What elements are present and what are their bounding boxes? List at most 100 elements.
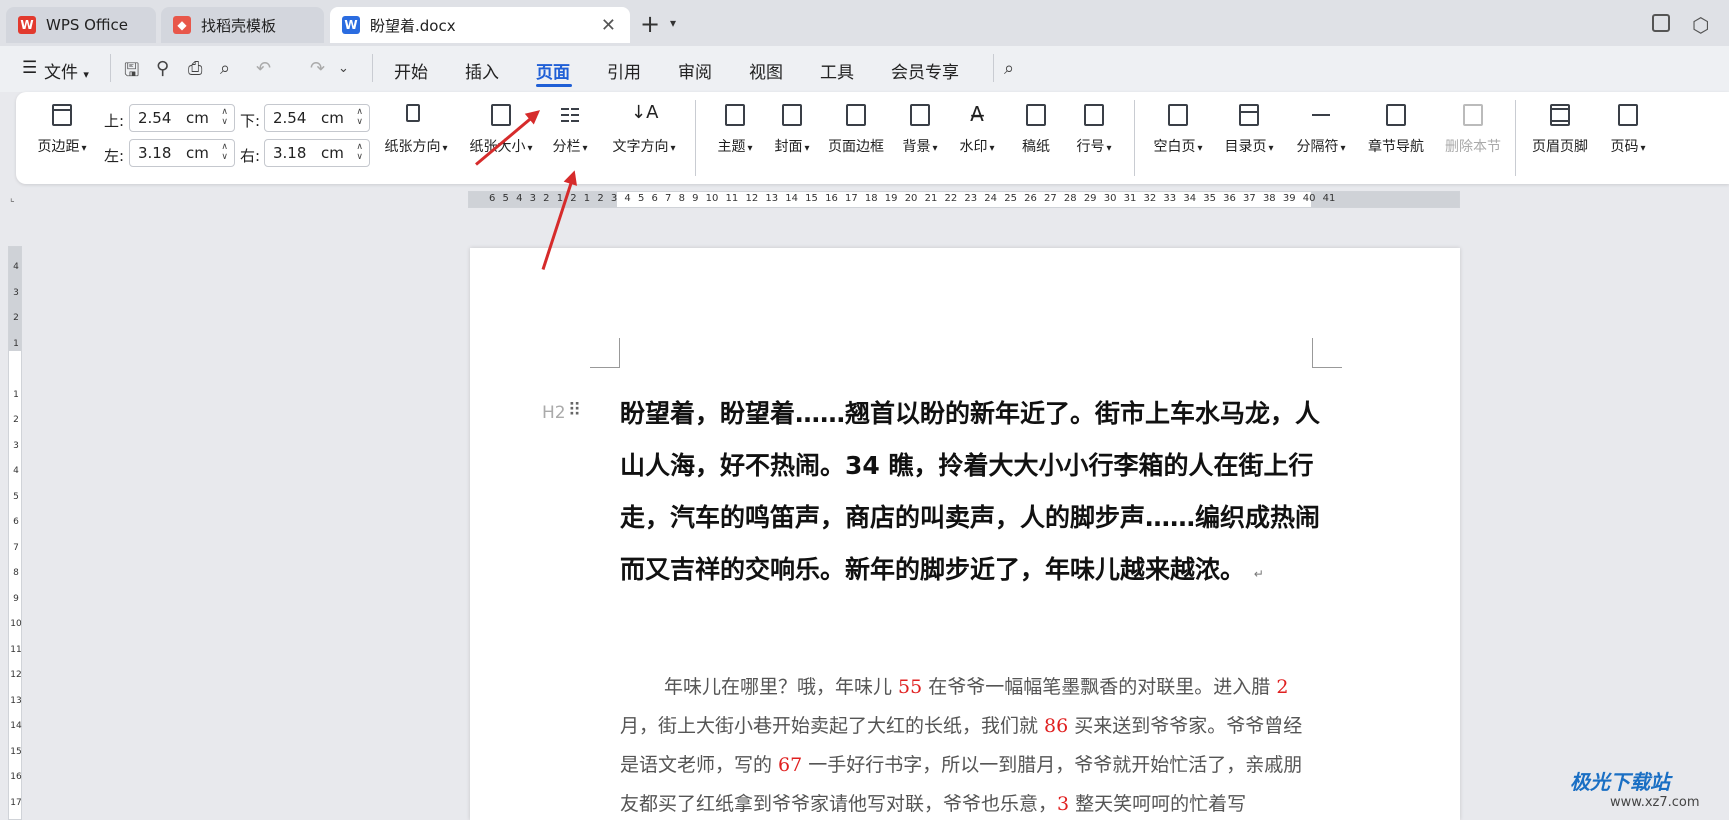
drag-handle-icon[interactable]: ⠿ — [568, 400, 581, 421]
delete-section-button[interactable]: 删除本节 — [1441, 102, 1505, 156]
divider — [993, 54, 994, 82]
spinner-icon[interactable]: ∧ ∨ — [356, 142, 363, 162]
page-border-icon — [843, 102, 869, 128]
orientation-button[interactable]: 纸张方向 ▾ — [378, 102, 454, 156]
watermark-button[interactable]: A̶ 水印 ▾ — [953, 102, 1001, 156]
tab-wps-office[interactable]: W WPS Office — [6, 7, 156, 43]
background-button[interactable]: 背景 ▾ — [896, 102, 944, 156]
button-label: 行号 — [1076, 139, 1105, 155]
document-page[interactable]: H2 ⠿ 盼望着，盼望着……翘首以盼的新年近了。街市上车水马龙，人山人海，好不热… — [470, 248, 1460, 820]
cube-icon[interactable]: ⬡ — [1692, 13, 1709, 37]
margin-right-input[interactable]: 3.18 cm ∧ ∨ — [264, 139, 370, 167]
document-heading[interactable]: 盼望着，盼望着……翘首以盼的新年近了。街市上车水马龙，人山人海，好不热闹。34 … — [620, 388, 1320, 600]
print-preview-icon[interactable]: ⌕ — [220, 58, 230, 79]
tab-home[interactable]: 开始 — [394, 58, 428, 83]
ruler-number: 3 — [13, 440, 19, 451]
tab-references[interactable]: 引用 — [607, 58, 641, 83]
spinner-icon[interactable]: ∧ ∨ — [356, 107, 363, 127]
margin-bottom-input[interactable]: 2.54 cm ∧ ∨ — [264, 104, 370, 132]
print-icon[interactable]: ⎙ — [188, 58, 202, 79]
body-text: 月，街上大街小巷开始卖起了大红的长纸，我们就 — [620, 715, 1045, 737]
horizontal-ruler[interactable]: 6 5 4 3 2 1 2 1 2 3 4 5 6 7 8 9 10 11 12… — [468, 191, 1460, 208]
manuscript-button[interactable]: 稿纸 — [1016, 102, 1056, 156]
document-body-paragraph[interactable]: 年味儿在哪里？哦，年味儿 55 在爷爷一幅幅笔墨飘香的对联里。进入腊 2 月，街… — [620, 668, 1320, 820]
theme-button[interactable]: 主题 ▾ — [711, 102, 759, 156]
margin-top-value: 2.54 — [138, 109, 172, 127]
title-bar: W WPS Office ◆ 找稻壳模板 W 盼望着.docx ✕ + ▾ ⬡ — [0, 0, 1729, 46]
ruler-number: 4 — [13, 262, 19, 272]
unit-label: cm — [186, 144, 209, 162]
blank-page-button[interactable]: 空白页 ▾ — [1148, 102, 1208, 156]
spinner-icon[interactable]: ∧ ∨ — [221, 142, 228, 162]
margin-right-label: 右: — [240, 147, 261, 165]
new-tab-button[interactable]: + — [640, 10, 660, 38]
redo-icon[interactable]: ↷ — [310, 58, 325, 79]
heading-level-badge: H2 — [542, 403, 566, 423]
divider — [1515, 100, 1516, 176]
margins-button[interactable]: 页边距 ▾ — [32, 102, 92, 156]
tab-review[interactable]: 审阅 — [678, 58, 712, 83]
tab-view[interactable]: 视图 — [749, 58, 783, 83]
delete-section-icon — [1460, 102, 1486, 128]
body-text: 在爷爷一幅幅笔墨飘香的对联里。进入腊 — [922, 676, 1277, 698]
close-tab-icon[interactable]: ✕ — [601, 15, 616, 36]
inline-number: 3 — [1057, 793, 1070, 815]
ruler-corner-icon[interactable]: ⌞ — [10, 193, 15, 204]
search-icon[interactable]: ⌕ — [1004, 58, 1014, 79]
columns-icon — [557, 102, 583, 128]
tab-label: 盼望着.docx — [370, 16, 456, 35]
tab-label: 找稻壳模板 — [201, 16, 277, 35]
hamburger-icon[interactable]: ☰ — [22, 58, 37, 78]
page-number-button[interactable]: 页码 ▾ — [1604, 102, 1652, 156]
menu-bar: ☰ 文件 ▾ 🖫 ⚲ ⎙ ⌕ ↶ ↷ ⌄ 开始 插入 页面 引用 审阅 视图 工… — [0, 46, 1729, 92]
window-layout-icon[interactable] — [1652, 14, 1670, 32]
section-nav-button[interactable]: 章节导航 — [1364, 102, 1428, 156]
columns-button[interactable]: 分栏 ▾ — [546, 102, 594, 156]
line-numbers-button[interactable]: 行号 ▾ — [1070, 102, 1118, 156]
cover-button[interactable]: 封面 ▾ — [768, 102, 816, 156]
margin-top-label: 上: — [104, 112, 125, 130]
tab-tools[interactable]: 工具 — [820, 58, 854, 83]
text-direction-button[interactable]: ↓A 文字方向 ▾ — [606, 102, 682, 156]
watermark-logo: 极光下载站 www.xz7.com — [1570, 766, 1700, 810]
page-break-icon — [1308, 102, 1334, 128]
paragraph-mark: ↵ — [1253, 567, 1264, 581]
button-label: 删除本节 — [1445, 139, 1501, 155]
separator-button[interactable]: 分隔符 ▾ — [1291, 102, 1351, 156]
save-icon[interactable]: 🖫 — [124, 58, 139, 88]
watermark-icon: A̶ — [970, 102, 984, 126]
ruler-number: 2 — [13, 313, 19, 323]
spinner-icon[interactable]: ∧ ∨ — [221, 107, 228, 127]
vertical-ruler[interactable]: 4321 1 2 3 4 5 6 7 8 9 10 11 12 13 14 15 16 17 — [8, 246, 22, 820]
divider — [695, 100, 696, 176]
tab-templates[interactable]: ◆ 找稻壳模板 — [161, 7, 324, 43]
ruler-number: 1 — [13, 389, 19, 400]
file-menu[interactable]: 文件 ▾ — [44, 58, 89, 83]
margin-left-input[interactable]: 3.18 cm ∧ ∨ — [129, 139, 235, 167]
line-numbers-icon — [1081, 102, 1107, 128]
ruler-number: 2 — [13, 415, 19, 425]
page-border-button[interactable]: 页面边框 — [824, 102, 888, 156]
tab-insert[interactable]: 插入 — [465, 58, 499, 83]
divider — [1134, 100, 1135, 176]
cover-icon — [779, 102, 805, 128]
ribbon-toolbar: 页边距 ▾ 上: 2.54 cm ∧ ∨ 下: 2.54 cm ∧ ∨ 左: 3.18 cm ∧ ∨… — [16, 92, 1729, 275]
tab-page-layout[interactable]: 页面 — [536, 58, 570, 83]
tab-member[interactable]: 会员专享 — [891, 58, 959, 83]
grid-paper-icon — [1023, 102, 1049, 128]
tab-document[interactable]: W 盼望着.docx ✕ — [330, 7, 630, 43]
ruler-number: 17 — [10, 797, 22, 808]
toc-page-button[interactable]: 目录页 ▾ — [1219, 102, 1279, 156]
inline-number: 55 — [898, 676, 923, 698]
header-footer-button[interactable]: 页眉页脚 — [1528, 102, 1592, 156]
tab-label: WPS Office — [46, 16, 128, 34]
format-painter-icon[interactable]: ⚲ — [156, 58, 169, 79]
margin-top-input[interactable]: 2.54 cm ∧ ∨ — [129, 104, 235, 132]
quick-access-more-icon[interactable]: ⌄ — [338, 61, 349, 76]
undo-icon[interactable]: ↶ — [256, 58, 271, 79]
button-label: 分栏 — [552, 139, 581, 155]
button-label: 主题 — [717, 139, 746, 155]
ruler-number: 16 — [10, 772, 22, 782]
chevron-down-icon[interactable]: ▾ — [670, 16, 676, 30]
active-tab-indicator — [536, 84, 572, 87]
